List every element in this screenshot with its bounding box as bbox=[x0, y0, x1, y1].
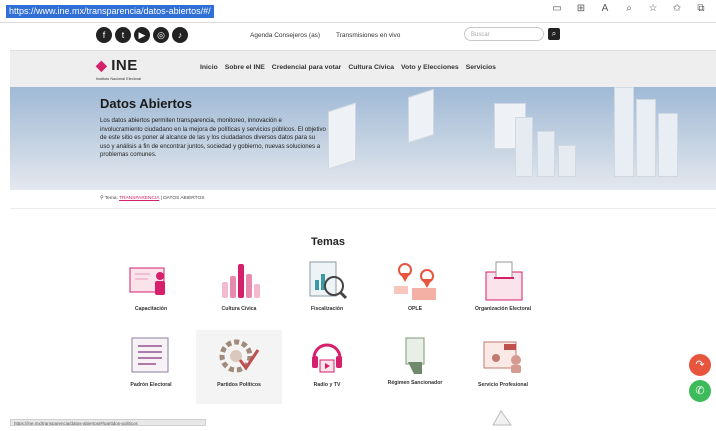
tema-partidos-politicos[interactable]: Partidos Políticos bbox=[196, 330, 282, 404]
tema-label: Organización Electoral bbox=[474, 306, 532, 312]
zoom-icon[interactable]: ⌕ bbox=[622, 3, 636, 14]
search-input[interactable]: Buscar bbox=[464, 27, 544, 41]
hero-document-shape bbox=[408, 88, 434, 144]
tema-radio-tv[interactable]: Radio y TV bbox=[284, 330, 370, 404]
nav-item-cultura-civica[interactable]: Cultura Cívica bbox=[348, 64, 394, 71]
breadcrumb-separator: | bbox=[160, 196, 162, 201]
logo-text: INE bbox=[111, 57, 138, 74]
breadcrumb-link-transparencia[interactable]: TRANSPARENCIA bbox=[119, 196, 159, 201]
tema-card-partial[interactable] bbox=[459, 405, 545, 426]
main-nav: ◆ INE Instituto Nacional Electoral Inici… bbox=[10, 50, 716, 88]
hero-bar-shape bbox=[614, 87, 634, 177]
grid-icon[interactable]: ⊞ bbox=[574, 3, 588, 14]
map-pins-icon bbox=[394, 263, 436, 300]
hero-bar-shape bbox=[658, 113, 678, 177]
tema-label: Fiscalización bbox=[310, 306, 344, 312]
browser-status-bar: https://ine.mx/transparencia/datos-abier… bbox=[10, 419, 206, 426]
youtube-icon[interactable]: ▶ bbox=[134, 27, 150, 43]
nav-item-inicio[interactable]: Inicio bbox=[200, 64, 218, 71]
logo-star-icon: ◆ bbox=[96, 57, 107, 73]
logo-subtitle: Instituto Nacional Electoral bbox=[96, 77, 141, 81]
tema-label: Régimen Sancionador bbox=[387, 380, 443, 386]
nav-menu: Inicio Sobre el INE Credencial para vota… bbox=[200, 64, 496, 71]
breadcrumb: ⚲ Tema: TRANSPARENCIA | DATOS ABIERTOS bbox=[100, 196, 204, 201]
ballot-box-icon bbox=[485, 261, 523, 301]
raised-hands-icon bbox=[222, 264, 260, 298]
transmisiones-link[interactable]: Transmisiones en vivo bbox=[336, 32, 400, 39]
tema-organizacion-electoral[interactable]: Organización Electoral bbox=[460, 254, 546, 328]
tema-ople[interactable]: OPLE bbox=[372, 254, 458, 328]
nav-item-sobre-el-ine[interactable]: Sobre el INE bbox=[225, 64, 265, 71]
search-icon: ⌕ bbox=[551, 29, 557, 38]
twitter-icon[interactable]: t bbox=[115, 27, 131, 43]
nav-item-voto-elecciones[interactable]: Voto y Elecciones bbox=[401, 64, 459, 71]
radio-tv-icon bbox=[312, 343, 342, 373]
whatsapp-icon: ✆ bbox=[695, 385, 705, 397]
voter-registry-icon bbox=[131, 337, 169, 373]
whatsapp-button[interactable]: ✆ bbox=[689, 380, 711, 402]
tema-label: Padrón Electoral bbox=[130, 382, 172, 388]
section-divider bbox=[10, 208, 716, 209]
tema-label: Radio y TV bbox=[313, 382, 341, 388]
browser-toolbar: ▭ ⊞ A ⌕ ☆ ✩ ⧉ bbox=[550, 3, 708, 14]
hero-description: Los datos abiertos permiten transparenci… bbox=[100, 117, 326, 159]
gavel-icon bbox=[405, 337, 425, 374]
favorites-icon[interactable]: ✩ bbox=[670, 3, 684, 14]
read-aloud-icon[interactable]: A bbox=[598, 3, 612, 14]
url-field[interactable]: https://www.ine.mx/transparencia/datos-a… bbox=[6, 5, 214, 18]
share-icon: ↷ bbox=[695, 359, 705, 371]
agenda-link[interactable]: Agenda Consejeros (as) bbox=[250, 32, 320, 39]
search-button[interactable]: ⌕ bbox=[548, 28, 560, 40]
hero-bar-shape bbox=[636, 99, 656, 177]
reader-view-icon[interactable]: ▭ bbox=[550, 3, 564, 14]
gear-check-icon bbox=[219, 339, 260, 373]
nav-item-credencial[interactable]: Credencial para votar bbox=[272, 64, 342, 71]
breadcrumb-prefix: Tema: bbox=[104, 196, 118, 201]
social-links: f t ▶ ◎ ♪ bbox=[96, 27, 188, 43]
tema-fiscalizacion[interactable]: Fiscalización bbox=[284, 254, 370, 328]
favorite-add-icon[interactable]: ☆ bbox=[646, 3, 660, 14]
hero-document-shape bbox=[328, 102, 356, 170]
top-links-bar: f t ▶ ◎ ♪ Agenda Consejeros (as) Transmi… bbox=[10, 23, 716, 49]
hero-banner: Datos Abiertos Los datos abiertos permit… bbox=[10, 87, 716, 190]
breadcrumb-pin-icon: ⚲ bbox=[100, 196, 104, 201]
tiktok-icon[interactable]: ♪ bbox=[172, 27, 188, 43]
tema-regimen-sancionador[interactable]: Régimen Sancionador bbox=[372, 330, 458, 404]
tema-label: Partidos Políticos bbox=[217, 382, 261, 388]
tema-cultura-civica[interactable]: Cultura Cívica bbox=[196, 254, 282, 328]
temas-heading: Temas bbox=[310, 236, 346, 248]
tema-label: Capacitación bbox=[134, 306, 168, 312]
audit-magnifier-icon bbox=[309, 261, 348, 300]
collections-icon[interactable]: ⧉ bbox=[694, 3, 708, 14]
partial-tema-icon bbox=[492, 410, 512, 426]
share-button[interactable]: ↷ bbox=[689, 354, 711, 376]
tema-label: OPLE bbox=[407, 306, 423, 312]
facebook-icon[interactable]: f bbox=[96, 27, 112, 43]
tema-padron-electoral[interactable]: Padrón Electoral bbox=[108, 330, 194, 404]
breadcrumb-current: DATOS ABIERTOS bbox=[163, 196, 205, 201]
tema-label: Cultura Cívica bbox=[221, 306, 257, 312]
hero-bar-shape bbox=[558, 145, 576, 177]
page-title: Datos Abiertos bbox=[100, 96, 192, 111]
tema-label: Servicio Profesional bbox=[478, 382, 528, 388]
ine-logo[interactable]: ◆ INE Instituto Nacional Electoral bbox=[96, 57, 141, 81]
hero-bar-shape bbox=[537, 131, 555, 177]
tema-capacitacion[interactable]: Capacitación bbox=[108, 254, 194, 328]
tema-servicio-profesional[interactable]: Servicio Profesional bbox=[460, 330, 546, 404]
professional-service-icon bbox=[483, 341, 521, 373]
browser-address-bar: https://www.ine.mx/transparencia/datos-a… bbox=[0, 0, 716, 23]
training-icon bbox=[129, 267, 165, 295]
instagram-icon[interactable]: ◎ bbox=[153, 27, 169, 43]
hero-bar-shape bbox=[515, 117, 533, 177]
nav-item-servicios[interactable]: Servicios bbox=[466, 64, 496, 71]
